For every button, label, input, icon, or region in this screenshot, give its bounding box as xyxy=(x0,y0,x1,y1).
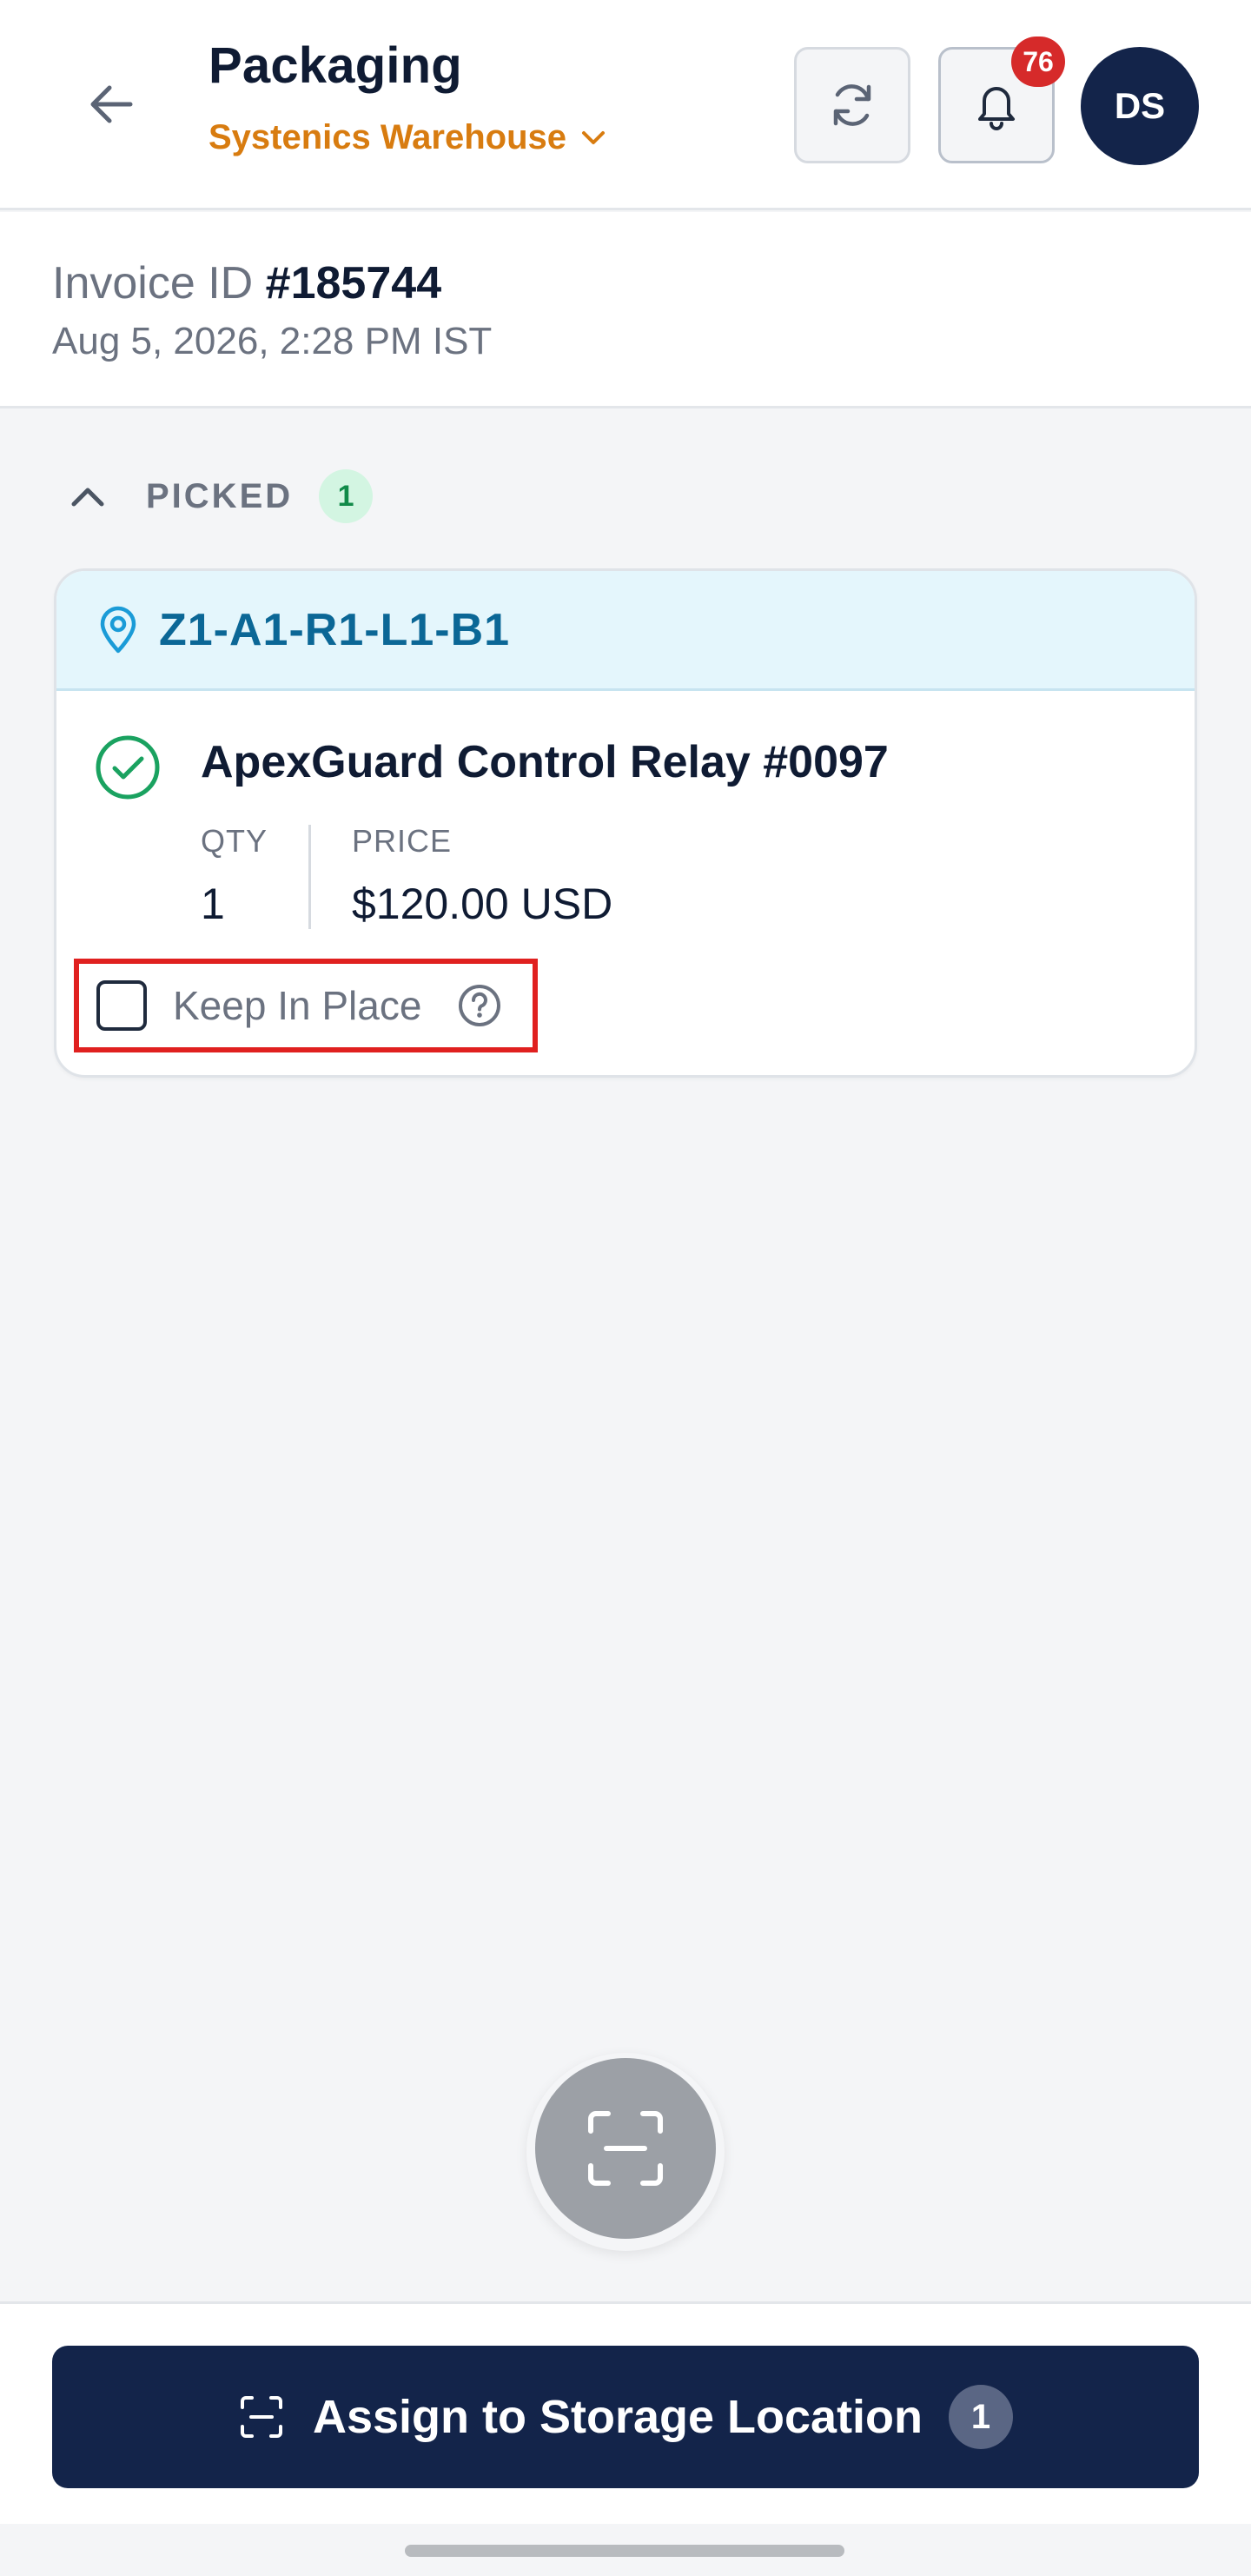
keep-in-place-label[interactable]: Keep In Place xyxy=(173,982,421,1029)
location-header: Z1-A1-R1-L1-B1 xyxy=(56,571,1195,691)
top-app-bar: Packaging Systenics Warehouse 76 DS xyxy=(0,0,1251,210)
keep-in-place-checkbox[interactable] xyxy=(96,980,147,1031)
price-value: $120.00 USD xyxy=(352,880,613,928)
back-button[interactable] xyxy=(80,76,142,132)
meta-divider xyxy=(308,825,311,929)
section-label: PICKED xyxy=(146,476,294,515)
chevron-down-icon xyxy=(582,130,606,144)
arrow-left-icon xyxy=(90,85,133,123)
location-code: Z1-A1-R1-L1-B1 xyxy=(159,604,511,655)
invoice-id-value: #185744 xyxy=(265,258,442,309)
price-block: PRICE $120.00 USD xyxy=(352,823,612,929)
refresh-button[interactable] xyxy=(794,47,910,163)
map-pin-icon xyxy=(100,606,136,653)
invoice-summary: Invoice ID #185744 Aug 5, 2026, 2:28 PM … xyxy=(0,212,1251,408)
price-label: PRICE xyxy=(352,823,453,859)
invoice-id-line: Invoice ID #185744 xyxy=(52,257,441,309)
bell-icon xyxy=(978,87,1015,130)
home-indicator[interactable] xyxy=(405,2545,844,2557)
notification-count-badge: 76 xyxy=(1011,37,1065,87)
item-name: ApexGuard Control Relay #0097 xyxy=(201,737,889,787)
assign-storage-location-button[interactable]: Assign to Storage Location 1 xyxy=(52,2346,1199,2488)
invoice-datetime: Aug 5, 2026, 2:28 PM IST xyxy=(52,320,493,362)
user-avatar[interactable]: DS xyxy=(1081,47,1199,165)
keep-in-place-option: Keep In Place xyxy=(74,959,538,1052)
warehouse-name: Systenics Warehouse xyxy=(208,118,567,156)
section-count-badge: 1 xyxy=(319,469,374,523)
qty-block: QTY 1 xyxy=(201,823,268,929)
warehouse-selector[interactable]: Systenics Warehouse xyxy=(208,118,606,157)
qty-label: QTY xyxy=(201,823,268,859)
page-title: Packaging xyxy=(208,37,462,94)
help-circle-icon[interactable] xyxy=(456,982,503,1029)
item-card: Z1-A1-R1-L1-B1 ApexGuard Control Relay #… xyxy=(54,568,1197,1078)
chevron-up-icon xyxy=(71,488,104,507)
assign-button-label: Assign to Storage Location xyxy=(312,2391,923,2443)
check-circle-icon xyxy=(96,735,160,800)
assign-count-badge: 1 xyxy=(949,2385,1014,2449)
qty-value: 1 xyxy=(201,880,225,928)
scan-fab-button[interactable] xyxy=(535,2058,716,2239)
picked-section-toggle[interactable]: PICKED 1 xyxy=(70,469,374,523)
refresh-icon xyxy=(833,84,871,126)
scan-icon xyxy=(240,2396,282,2438)
scan-icon xyxy=(588,2111,663,2186)
invoice-id-label: Invoice ID xyxy=(52,258,254,309)
